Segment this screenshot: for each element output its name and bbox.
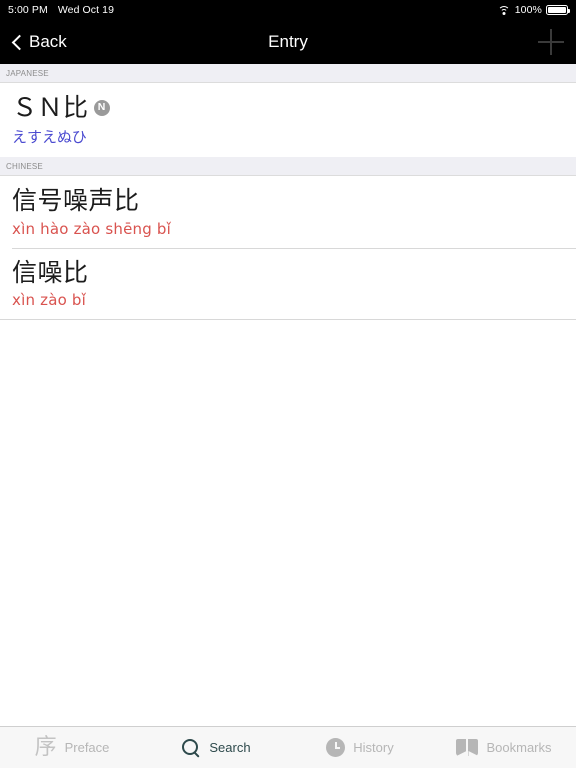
headword-line: 信号噪声比 (12, 185, 564, 216)
headword: 信噪比 (12, 257, 89, 287)
back-button-label: Back (29, 32, 67, 51)
status-bar: 5:00 PM Wed Oct 19 100% (0, 0, 576, 20)
navigation-bar: Back Entry (0, 20, 576, 64)
battery-percent-label: 100% (514, 4, 542, 16)
entry-reading: えすえぬひ (12, 128, 87, 147)
headword: 信号噪声比 (12, 186, 140, 216)
headword: ＳＮ比 (12, 93, 89, 122)
tab-history[interactable]: History (288, 727, 432, 768)
add-entry-button[interactable] (538, 29, 564, 55)
search-icon (181, 738, 201, 758)
tab-preface[interactable]: 序 Preface (0, 727, 144, 768)
tab-label: Search (209, 740, 251, 755)
section-header-japanese: Japanese (0, 64, 576, 83)
status-bar-right: 100% (498, 4, 570, 16)
entry-reading: xìn zào bǐ (12, 290, 87, 309)
status-time: 5:00 PM (8, 4, 48, 16)
tab-search[interactable]: Search (144, 727, 288, 768)
status-bar-left: 5:00 PM Wed Oct 19 (8, 4, 114, 16)
page-title: Entry (268, 32, 308, 51)
circled-n-badge: N (93, 99, 110, 116)
app-screen: 5:00 PM Wed Oct 19 100% Back Entry Japan… (0, 0, 576, 768)
headword-line: 信噪比 (12, 257, 564, 288)
entry-reading: xìn hào zào shēng bǐ (12, 219, 172, 238)
tab-label: Preface (64, 740, 110, 755)
back-button[interactable]: Back (12, 32, 67, 52)
wifi-icon (498, 5, 511, 15)
battery-icon (546, 5, 570, 15)
section-header-chinese: Chinese (0, 157, 576, 177)
tab-label: Bookmarks (486, 740, 552, 755)
headword-line: ＳＮ比 N (12, 92, 564, 123)
section-header-label: Japanese (6, 67, 49, 79)
status-date: Wed Oct 19 (57, 4, 115, 16)
tab-label: History (353, 740, 394, 755)
section-header-label: Chinese (6, 160, 43, 173)
entry-row-japanese-0[interactable]: ＳＮ比 N えすえぬひ (0, 83, 576, 158)
clock-icon (326, 738, 346, 757)
tab-bookmarks[interactable]: Bookmarks (432, 727, 576, 768)
preface-icon: 序 (34, 734, 57, 760)
entry-list: Japanese ＳＮ比 N えすえぬひ Chinese 信号噪声比 xìn h… (0, 64, 576, 726)
tab-bar: 序 Preface Search History Bookmarks (0, 726, 576, 768)
list-bottom-divider (0, 319, 576, 320)
chevron-left-icon (12, 33, 23, 52)
book-icon (456, 739, 479, 756)
entry-row-chinese-0[interactable]: 信号噪声比 xìn hào zào shēng bǐ (0, 176, 576, 248)
entry-row-chinese-1[interactable]: 信噪比 xìn zào bǐ (0, 247, 576, 319)
